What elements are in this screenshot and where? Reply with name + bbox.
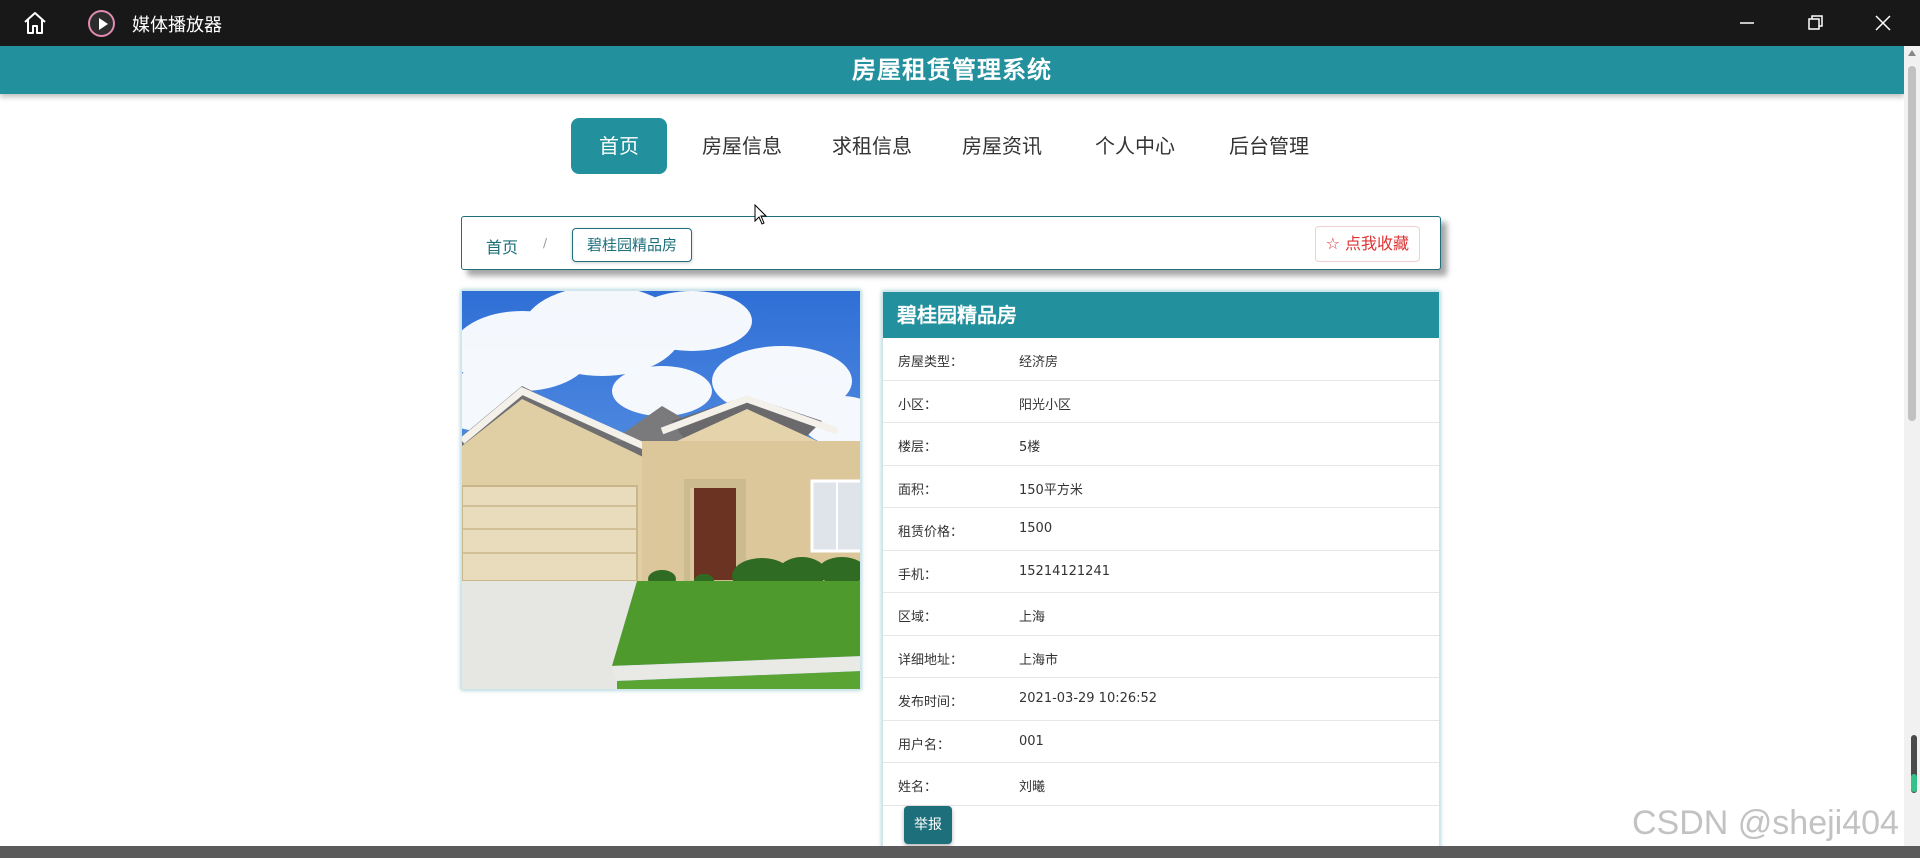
detail-row: 楼层： 5楼 [883, 423, 1439, 466]
window-titlebar: 媒体播放器 [0, 0, 1920, 46]
row-value: 15214121241 [1019, 563, 1110, 579]
page-content: 房屋租赁管理系统 首页 房屋信息 求租信息 房屋资讯 个人中心 后台管理 首页 … [0, 46, 1904, 846]
nav-item-home[interactable]: 首页 [571, 118, 667, 174]
scroll-up-icon[interactable] [1908, 50, 1916, 56]
breadcrumb: 首页 / 碧桂园精品房 ☆ 点我收藏 [461, 216, 1441, 270]
nav-item-admin[interactable]: 后台管理 [1224, 118, 1314, 174]
detail-row: 小区： 阳光小区 [883, 381, 1439, 423]
row-label: 楼层： [898, 440, 938, 455]
row-value: 经济房 [1019, 355, 1059, 370]
nav-item-rent-request[interactable]: 求租信息 [827, 118, 917, 174]
nav-item-personal-center[interactable]: 个人中心 [1090, 118, 1180, 174]
row-value: 1500 [1019, 521, 1053, 536]
detail-row: 姓名： 刘曦 [883, 763, 1439, 806]
breadcrumb-separator: / [543, 236, 548, 250]
media-volume-level[interactable] [1911, 774, 1917, 792]
row-value: 阳光小区 [1019, 397, 1072, 413]
site-header: 房屋租赁管理系统 [0, 46, 1904, 94]
row-label: 面积： [898, 482, 938, 498]
report-button[interactable]: 举报 [904, 806, 952, 844]
scroll-thumb[interactable] [1908, 66, 1916, 421]
row-label: 租赁价格： [898, 525, 964, 540]
row-label: 小区： [898, 397, 938, 413]
row-label: 房屋类型： [898, 355, 964, 370]
detail-row: 用户名： 001 [883, 721, 1439, 763]
play-icon [88, 10, 115, 37]
row-label: 区域： [898, 610, 938, 625]
media-control-bar [0, 846, 1920, 858]
detail-row: 租赁价格： 1500 [883, 508, 1439, 551]
row-value: 150平方米 [1019, 482, 1083, 498]
breadcrumb-home[interactable]: 首页 [486, 234, 518, 258]
row-value: 上海市 [1019, 652, 1059, 668]
detail-row: 区域： 上海 [883, 593, 1439, 636]
row-value: 001 [1019, 733, 1044, 749]
breadcrumb-current[interactable]: 碧桂园精品房 [572, 228, 693, 262]
home-icon[interactable] [22, 10, 48, 36]
row-value: 刘曦 [1019, 780, 1046, 795]
row-label: 详细地址： [898, 652, 964, 668]
row-label: 手机： [898, 567, 938, 583]
minimize-icon[interactable] [1732, 8, 1762, 38]
detail-row: 房屋类型： 经济房 [883, 338, 1439, 381]
nav-item-house-news[interactable]: 房屋资讯 [957, 118, 1047, 174]
row-label: 姓名： [898, 780, 938, 795]
close-icon[interactable] [1868, 8, 1898, 38]
row-value: 2021-03-29 10:26:52 [1019, 691, 1158, 706]
main-nav: 首页 房屋信息 求租信息 房屋资讯 个人中心 后台管理 [0, 118, 1904, 174]
row-value: 5楼 [1019, 440, 1041, 455]
nav-item-house-info[interactable]: 房屋信息 [697, 118, 787, 174]
page-scrollbar[interactable] [1904, 46, 1920, 846]
restore-icon[interactable] [1800, 8, 1830, 38]
mouse-cursor-icon [754, 204, 768, 225]
row-value: 上海 [1019, 610, 1046, 625]
detail-row: 面积： 150平方米 [883, 466, 1439, 508]
row-label: 发布时间： [898, 695, 964, 710]
detail-row: 手机： 15214121241 [883, 551, 1439, 593]
detail-panel: 碧桂园精品房 房屋类型： 经济房 小区： 阳光小区 楼层： 5楼 面积： 150… [882, 291, 1440, 846]
detail-row: 发布时间： 2021-03-29 10:26:52 [883, 678, 1439, 721]
window-title: 媒体播放器 [132, 15, 222, 36]
site-title: 房屋租赁管理系统 [852, 56, 1052, 84]
watermark: CSDN @sheji404 [1632, 804, 1899, 842]
row-label: 用户名： [898, 737, 951, 753]
favorite-button[interactable]: ☆ 点我收藏 [1314, 226, 1420, 262]
house-photo [461, 290, 861, 690]
detail-row: 详细地址： 上海市 [883, 636, 1439, 678]
detail-title: 碧桂园精品房 [883, 292, 1439, 338]
